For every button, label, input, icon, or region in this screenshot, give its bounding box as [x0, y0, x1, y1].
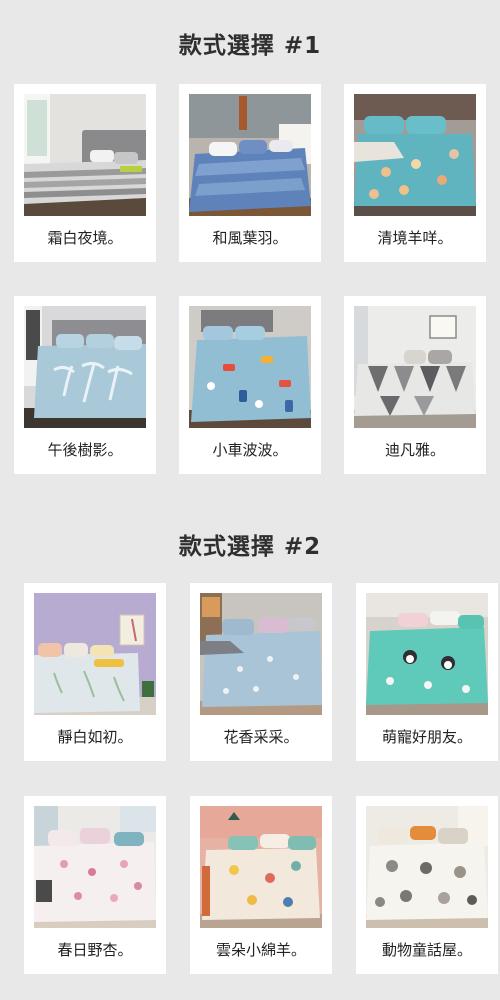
product-card[interactable]: 霜白夜境。 [14, 84, 156, 262]
product-image [34, 593, 156, 715]
product-card[interactable]: 雲朵小綿羊。 [190, 796, 332, 974]
product-label: 午後樹影。 [47, 441, 123, 459]
product-label: 霜白夜境。 [47, 229, 123, 247]
product-label: 雲朵小綿羊。 [215, 941, 306, 959]
product-label: 和風葉羽。 [212, 229, 288, 247]
section-title-2: 款式選擇 #2 [178, 534, 322, 560]
product-label: 迪凡雅。 [384, 441, 445, 459]
product-label: 春日野杏。 [57, 941, 133, 959]
product-image [366, 593, 488, 715]
product-card[interactable]: 小車波波。 [179, 296, 321, 474]
product-card[interactable]: 迪凡雅。 [344, 296, 486, 474]
product-image [189, 94, 311, 216]
product-image [354, 94, 476, 216]
product-image [34, 806, 156, 928]
product-card[interactable]: 靜白如初。 [24, 583, 166, 761]
product-card[interactable]: 清境羊咩。 [344, 84, 486, 262]
product-label: 花香采采。 [223, 728, 299, 746]
product-card[interactable]: 和風葉羽。 [179, 84, 321, 262]
product-image [24, 94, 146, 216]
product-card[interactable]: 萌寵好朋友。 [356, 583, 498, 761]
product-label: 小車波波。 [212, 441, 288, 459]
product-label: 靜白如初。 [57, 728, 133, 746]
product-image [200, 806, 322, 928]
product-label: 清境羊咩。 [377, 229, 453, 247]
product-image [24, 306, 146, 428]
product-image [189, 306, 311, 428]
section-title-1: 款式選擇 #1 [178, 33, 322, 59]
product-label: 動物童話屋。 [381, 941, 472, 959]
product-image [366, 806, 488, 928]
product-image [354, 306, 476, 428]
product-image [200, 593, 322, 715]
product-card[interactable]: 春日野杏。 [24, 796, 166, 974]
product-label: 萌寵好朋友。 [381, 728, 472, 746]
product-card[interactable]: 午後樹影。 [14, 296, 156, 474]
product-card[interactable]: 動物童話屋。 [356, 796, 498, 974]
product-card[interactable]: 花香采采。 [190, 583, 332, 761]
